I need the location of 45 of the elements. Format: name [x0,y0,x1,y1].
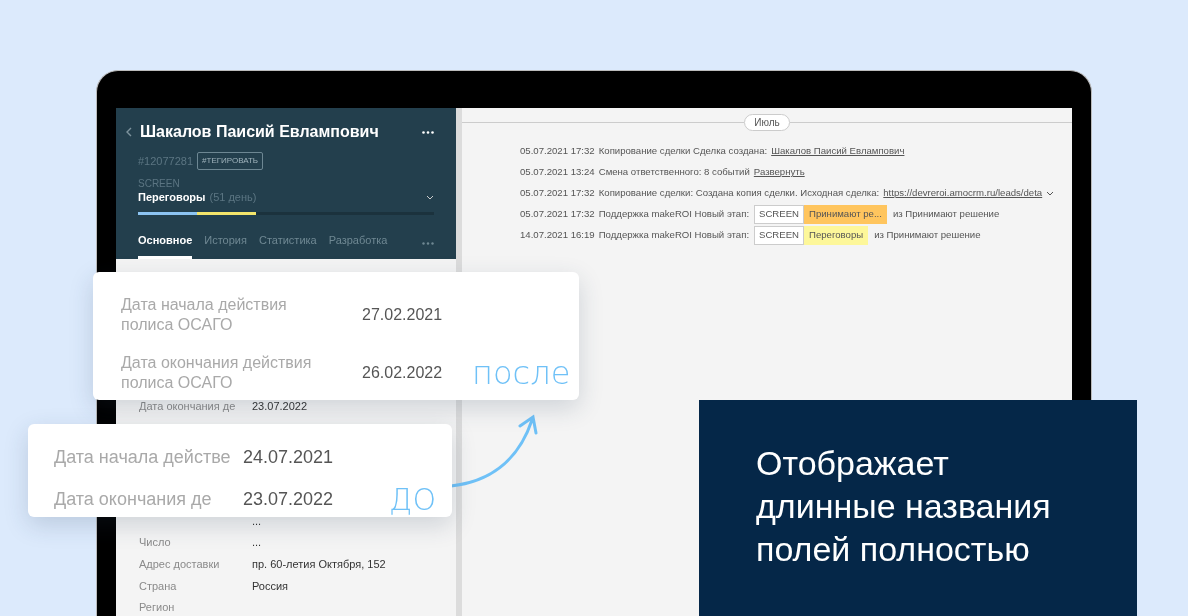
field-label: Дата окончания де [139,401,236,413]
entry-text: из Принимают решение [874,228,981,243]
field-label: Число [139,537,171,549]
field-label: Дата окончания действия полиса ОСАГО [121,353,313,393]
field-value: пр. 60-летия Октября, 152 [252,559,386,571]
lead-name: Шакалов Паисий Евлампович [140,122,379,142]
entry-time: 14.07.2021 16:19 [520,228,595,243]
entry-time: 05.07.2021 13:24 [520,165,595,180]
field-label: Адрес доставки [139,559,220,571]
stage-tag: Принимают ре... [804,205,887,224]
field-value: 24.07.2021 [243,445,334,469]
entry-text: из Принимают решение [892,207,1000,222]
entry-link[interactable]: https://devreroi.amocrm.ru/leads/deta [883,186,1043,201]
month-label: Июль [744,114,790,131]
field-label: Дата начала действия полиса ОСАГО [121,295,288,335]
entry-time: 05.07.2021 17:32 [520,186,595,201]
field-value: Россия [252,580,289,592]
tag-button[interactable]: #ТЕГИРОВАТЬ [197,152,264,170]
entry-link[interactable]: Шакалов Паисий Евлампович [771,144,905,159]
field-label: Дата окончания де [54,487,213,511]
field-value: 23.07.2022 [252,401,308,413]
stage-tag: Переговоры [804,226,869,245]
entry-text: Копирование сделки Сделка создана: [598,144,768,159]
field-label: Регион [139,602,175,614]
field-value: 27.02.2021 [362,305,443,325]
field-value: 26.02.2022 [362,363,443,383]
field-value: ... [252,537,262,549]
handwritten-note: после [472,353,571,394]
entry-text: Копирование сделки: Создана копия сделки. Исходная сделка: [598,186,880,201]
field-value: 23.07.2022 [243,487,334,511]
entry-link[interactable]: Развернуть [753,165,805,180]
stage-name: Переговоры [138,190,206,205]
entry-time: 05.07.2021 17:32 [520,207,595,222]
entry-text: Поддержка makeROI Новый этап: [598,207,750,222]
handwritten-note: ДО [389,480,436,519]
pipeline-tag: SCREEN [754,226,805,245]
entry-text: Смена ответственного: 8 событий [598,165,750,180]
field-value: ... [252,515,262,527]
entry-text: Поддержка makeROI Новый этап: [598,228,750,243]
field-label: Страна [139,580,177,592]
pipeline-name: SCREEN [138,178,181,189]
entry-time: 05.07.2021 17:32 [520,144,595,159]
pipeline-tag: SCREEN [754,205,805,224]
promo-text: Отображает длинные названия полей полностью [699,400,1137,616]
field-label: Дата начала действе [54,445,232,469]
